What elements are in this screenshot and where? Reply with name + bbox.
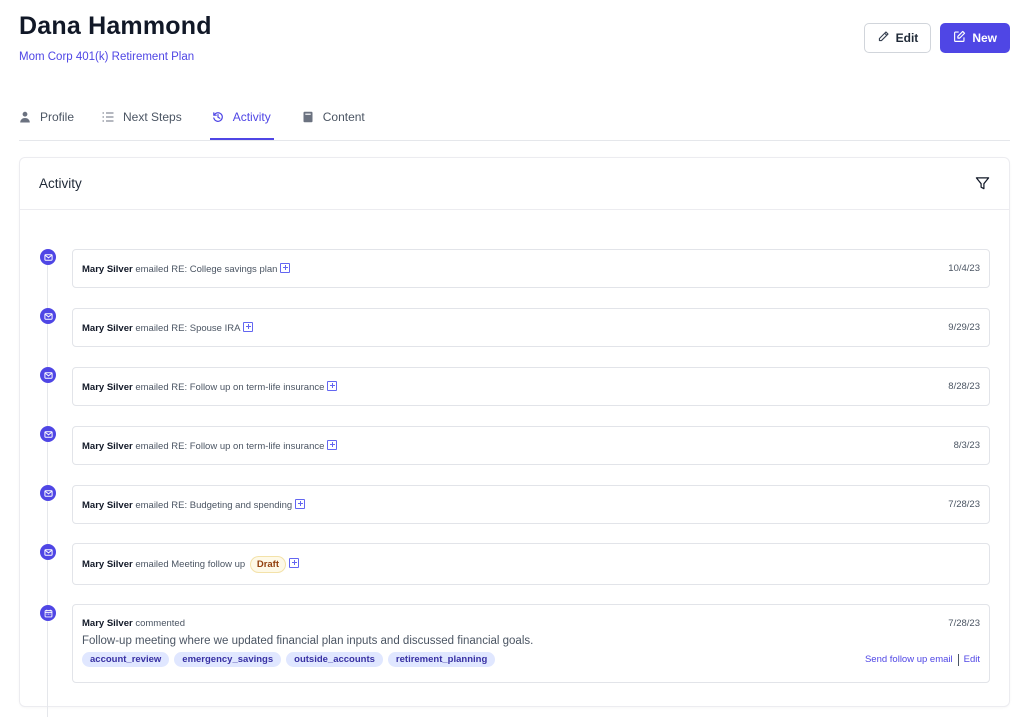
comment-author: Mary Silver (82, 618, 133, 629)
page-title: Dana Hammond (19, 12, 212, 41)
expand-icon[interactable] (289, 558, 299, 568)
divider (958, 654, 959, 666)
activity-item[interactable]: Mary Silver emailed RE: College savings … (72, 249, 990, 288)
tag-list: account_review emergency_savings outside… (82, 652, 495, 667)
activity-author: Mary Silver (82, 500, 133, 511)
tag[interactable]: emergency_savings (174, 652, 281, 667)
plan-link[interactable]: Mom Corp 401(k) Retirement Plan (19, 51, 212, 63)
activity-author: Mary Silver (82, 382, 133, 393)
activity-date: 10/4/23 (948, 263, 980, 274)
tab-label: Profile (40, 110, 74, 124)
tab-profile[interactable]: Profile (19, 103, 74, 140)
expand-icon[interactable] (327, 381, 337, 391)
new-button-label: New (972, 31, 997, 45)
page-header: Dana Hammond Mom Corp 401(k) Retirement … (19, 12, 212, 63)
comment-action: commented (135, 618, 185, 629)
calendar-icon (40, 605, 56, 621)
tab-activity[interactable]: Activity (210, 103, 274, 140)
activity-subject: Meeting follow up (171, 559, 245, 570)
tag[interactable]: outside_accounts (286, 652, 383, 667)
draft-badge: Draft (250, 556, 286, 573)
email-icon (40, 544, 56, 560)
edit-comment-link[interactable]: Edit (964, 654, 980, 665)
tag[interactable]: account_review (82, 652, 169, 667)
activity-date: 7/28/23 (948, 499, 980, 510)
activity-subject: RE: Follow up on term-life insurance (171, 382, 324, 393)
send-follow-up-link[interactable]: Send follow up email (865, 654, 953, 665)
activity-author: Mary Silver (82, 441, 133, 452)
email-icon (40, 249, 56, 265)
activity-author: Mary Silver (82, 559, 133, 570)
new-button[interactable]: New (940, 23, 1010, 53)
comment-date: 7/28/23 (948, 618, 980, 629)
activity-date: 9/29/23 (948, 322, 980, 333)
edit-button[interactable]: Edit (864, 23, 932, 53)
activity-panel: Activity Mary Silver emailed RE: College… (19, 157, 1010, 707)
activity-item[interactable]: Mary Silver emailed RE: Follow up on ter… (72, 367, 990, 406)
expand-icon[interactable] (327, 440, 337, 450)
tab-label: Activity (233, 110, 271, 124)
activity-subject: RE: Budgeting and spending (171, 500, 292, 511)
activity-author: Mary Silver (82, 264, 133, 275)
compose-icon (953, 30, 966, 46)
email-icon (40, 426, 56, 442)
expand-icon[interactable] (280, 263, 290, 273)
activity-author: Mary Silver (82, 323, 133, 334)
activity-item[interactable]: Mary Silver emailed Meeting follow up Dr… (72, 543, 990, 585)
activity-action: emailed (135, 323, 168, 334)
history-icon (212, 110, 224, 126)
activity-item[interactable]: Mary Silver emailed RE: Follow up on ter… (72, 426, 990, 465)
activity-subject: RE: Spouse IRA (171, 323, 240, 334)
tab-next-steps[interactable]: Next Steps (102, 103, 182, 140)
activity-item[interactable]: Mary Silver emailed RE: Spouse IRA 9/29/… (72, 308, 990, 347)
tab-label: Next Steps (123, 110, 182, 124)
list-icon (102, 110, 114, 126)
tab-content[interactable]: Content (302, 103, 365, 140)
activity-panel-header: Activity (20, 158, 1009, 210)
comment-links: Send follow up email Edit (865, 654, 980, 666)
person-icon (19, 110, 31, 126)
activity-action: emailed (135, 500, 168, 511)
activity-date: 8/3/23 (954, 440, 980, 451)
activity-panel-title: Activity (39, 176, 82, 191)
activity-subject: RE: College savings plan (171, 264, 277, 275)
book-icon (302, 110, 314, 126)
expand-icon[interactable] (243, 322, 253, 332)
activity-date: 8/28/23 (948, 381, 980, 392)
activity-action: emailed (135, 382, 168, 393)
tab-label: Content (323, 110, 365, 124)
activity-subject: RE: Follow up on term-life insurance (171, 441, 324, 452)
email-icon (40, 367, 56, 383)
activity-action: emailed (135, 441, 168, 452)
tab-bar: Profile Next Steps Activity Content (19, 103, 1010, 141)
comment-body: Follow-up meeting where we updated finan… (73, 629, 989, 647)
email-icon (40, 485, 56, 501)
activity-item[interactable]: Mary Silver emailed RE: Budgeting and sp… (72, 485, 990, 524)
comment-item: Mary Silver commented 7/28/23 Follow-up … (72, 604, 990, 683)
activity-action: emailed (135, 559, 168, 570)
filter-icon[interactable] (975, 176, 990, 191)
tag[interactable]: retirement_planning (388, 652, 495, 667)
edit-button-label: Edit (896, 31, 919, 45)
header-actions: Edit New (864, 23, 1010, 53)
activity-action: emailed (135, 264, 168, 275)
pencil-icon (877, 30, 890, 46)
email-icon (40, 308, 56, 324)
expand-icon[interactable] (295, 499, 305, 509)
